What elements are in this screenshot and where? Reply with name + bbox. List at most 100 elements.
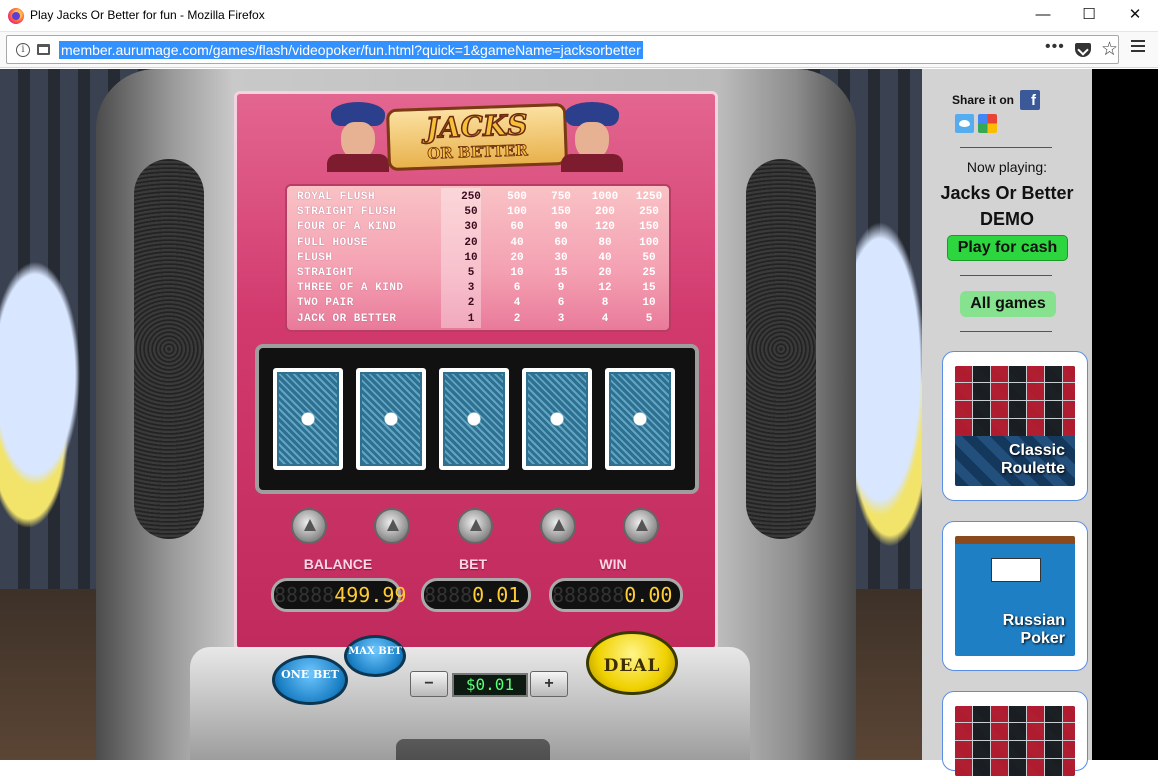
- paytable-payout: 250: [461, 191, 481, 203]
- window-titlebar: Play Jacks Or Better for fun - Mozilla F…: [0, 0, 1158, 32]
- increase-coin-button[interactable]: +: [530, 671, 568, 697]
- share-label: Share it on: [952, 93, 1015, 107]
- all-games-button[interactable]: All games: [960, 291, 1056, 317]
- hold-button-4[interactable]: [540, 508, 576, 544]
- roulette-table-graphic: [955, 706, 1075, 776]
- twitter-icon[interactable]: [955, 114, 974, 133]
- card-5[interactable]: [605, 368, 675, 470]
- minimize-button[interactable]: —: [1020, 0, 1066, 32]
- roulette-table-graphic: [955, 366, 1075, 436]
- paytable-hand-name: FLUSH: [297, 251, 333, 264]
- close-button[interactable]: ✕: [1112, 0, 1158, 32]
- paytable-hand-name: ROYAL FLUSH: [297, 191, 376, 203]
- divider: [960, 147, 1052, 148]
- musketeer-right-illustration: [557, 102, 627, 172]
- musketeer-left-illustration: [323, 102, 393, 172]
- one-bet-button[interactable]: ONE BET: [272, 655, 348, 705]
- paytable-payout: 20: [510, 251, 524, 264]
- paytable-payout: 15: [642, 282, 656, 295]
- paytable-payout: 9: [557, 282, 565, 295]
- paytable-payout: 80: [598, 236, 612, 249]
- deal-button[interactable]: DEAL: [586, 631, 678, 695]
- card-1[interactable]: [273, 368, 343, 470]
- win-meter-ghost-digits: 888888: [552, 583, 625, 607]
- paytable-payout: 8: [601, 297, 609, 310]
- paytable-hand-name: STRAIGHT: [297, 266, 354, 279]
- win-label: WIN: [599, 556, 627, 572]
- paytable-row: JACK OR BETTER 1 2 3 4 5: [293, 312, 663, 327]
- balance-meter: 88888499.99: [271, 578, 406, 612]
- paytable-payout: 30: [554, 251, 568, 264]
- paytable-payout: 60: [554, 236, 568, 249]
- game-thumbnail-classic-roulette[interactable]: Classic Roulette: [942, 351, 1088, 501]
- browser-navbar: i member.aurumage.com/games/flash/videop…: [0, 32, 1158, 68]
- facebook-icon[interactable]: f: [1020, 90, 1040, 110]
- now-playing-label: Now playing:: [966, 159, 1048, 175]
- bet-value: 0.01: [472, 583, 521, 607]
- speaker-left: [134, 159, 204, 539]
- paytable-hand-name: STRAIGHT FLUSH: [297, 206, 397, 219]
- maximize-button[interactable]: ☐: [1066, 0, 1112, 32]
- win-value: 0.00: [624, 583, 673, 607]
- play-for-cash-button[interactable]: Play for cash: [947, 235, 1068, 261]
- card-back: [526, 372, 588, 466]
- paytable-payout: 3: [467, 282, 475, 295]
- card-3[interactable]: [439, 368, 509, 470]
- paytable-hand-name: FOUR OF A KIND: [297, 221, 397, 234]
- paytable-payout: 40: [510, 236, 524, 249]
- hold-button-5[interactable]: [623, 508, 659, 544]
- card-back: [277, 372, 339, 466]
- win-meter: 8888880.00: [549, 578, 683, 612]
- page-actions-icon[interactable]: •••: [1045, 38, 1065, 56]
- game-area: JACKS OR BETTER ROYAL FLUSH 250 500 750 1000…: [0, 69, 922, 760]
- paytable-payout: 2: [513, 312, 521, 325]
- paytable-payout: 250: [639, 206, 659, 219]
- paytable-hand-name: THREE OF A KIND: [297, 282, 404, 295]
- google-plus-icon[interactable]: [978, 114, 997, 133]
- hold-button-2[interactable]: [374, 508, 410, 544]
- paytable-payout: 120: [595, 221, 615, 234]
- thumbnail-label: Russian Poker: [1002, 612, 1065, 647]
- paytable-payout: 100: [639, 236, 659, 249]
- card-back: [360, 372, 422, 466]
- paytable-hand-name: FULL HOUSE: [297, 236, 369, 249]
- firefox-logo-icon: [8, 8, 24, 24]
- url-bar[interactable]: i member.aurumage.com/games/flash/videop…: [6, 35, 1119, 64]
- page-permissions-icon[interactable]: [37, 44, 50, 55]
- paytable-payout: 50: [464, 206, 478, 219]
- paytable-hand-name: TWO PAIR: [297, 297, 354, 310]
- roulette-thumbnail-image: [955, 706, 1075, 776]
- url-text[interactable]: member.aurumage.com/games/flash/videopok…: [59, 41, 643, 59]
- card-2[interactable]: [356, 368, 426, 470]
- paytable-payout: 1250: [635, 191, 663, 203]
- paytable-payout: 500: [507, 191, 527, 203]
- paytable-row: STRAIGHT 5 10 15 20 25: [293, 266, 663, 281]
- paytable-payout: 4: [601, 312, 609, 325]
- paytable-payout: 5: [467, 266, 475, 279]
- paytable-payout: 40: [598, 251, 612, 264]
- logo-line-1: JACKS: [424, 107, 529, 145]
- paytable-payout: 12: [598, 282, 612, 295]
- game-thumbnail-partial[interactable]: [942, 691, 1088, 776]
- balance-label: BALANCE: [303, 556, 373, 572]
- balance-meter-ghost-digits: 88888: [274, 583, 335, 607]
- bookmark-star-icon[interactable]: ☆: [1101, 38, 1118, 61]
- logo-line-2: OR BETTER: [426, 141, 529, 163]
- paytable-payout: 10: [464, 251, 478, 264]
- paytable-payout: 150: [551, 206, 571, 219]
- max-bet-button[interactable]: MAX BET: [344, 635, 406, 677]
- paytable-payout: 3: [557, 312, 565, 325]
- card-back: [443, 372, 505, 466]
- decrease-coin-button[interactable]: −: [410, 671, 448, 697]
- paytable-payout: 150: [639, 221, 659, 234]
- game-thumbnail-russian-poker[interactable]: Russian Poker: [942, 521, 1088, 671]
- sidebar: Share it on f Now playing: Jacks Or Bett…: [922, 69, 1092, 776]
- hold-button-3[interactable]: [457, 508, 493, 544]
- coin-value-display: $0.01: [452, 673, 528, 697]
- right-black-strip: [1092, 69, 1158, 760]
- hamburger-menu-icon[interactable]: [1131, 40, 1145, 52]
- card-4[interactable]: [522, 368, 592, 470]
- hold-button-1[interactable]: [291, 508, 327, 544]
- pocket-icon[interactable]: [1075, 43, 1091, 57]
- site-info-icon[interactable]: i: [16, 43, 30, 57]
